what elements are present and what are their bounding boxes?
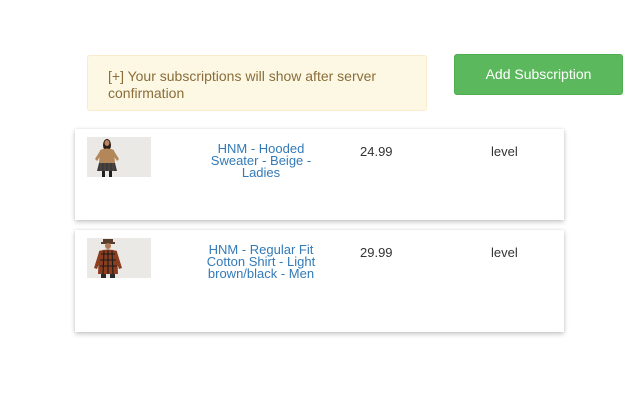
pending-confirmation-notice: [+] Your subscriptions will show after s… — [87, 55, 427, 111]
product-price: 29.99 — [360, 245, 393, 260]
product-photo-sweater-icon[interactable] — [87, 137, 151, 177]
product-photo-shirt-icon[interactable] — [87, 238, 151, 278]
add-subscription-button[interactable]: Add Subscription — [454, 54, 623, 95]
subscription-card: HNM - Hooded Sweater - Beige - Ladies 24… — [75, 129, 564, 220]
product-level: level — [491, 144, 518, 159]
product-name-link[interactable]: HNM - Hooded Sweater - Beige - Ladies — [206, 142, 316, 179]
subscriptions-page: [+] Your subscriptions will show after s… — [0, 0, 640, 400]
product-price: 24.99 — [360, 144, 393, 159]
product-name-link[interactable]: HNM - Regular Fit Cotton Shirt - Light b… — [206, 243, 316, 280]
notice-text: [+] Your subscriptions will show after s… — [108, 68, 377, 101]
subscription-card: HNM - Regular Fit Cotton Shirt - Light b… — [75, 230, 564, 332]
product-level: level — [491, 245, 518, 260]
